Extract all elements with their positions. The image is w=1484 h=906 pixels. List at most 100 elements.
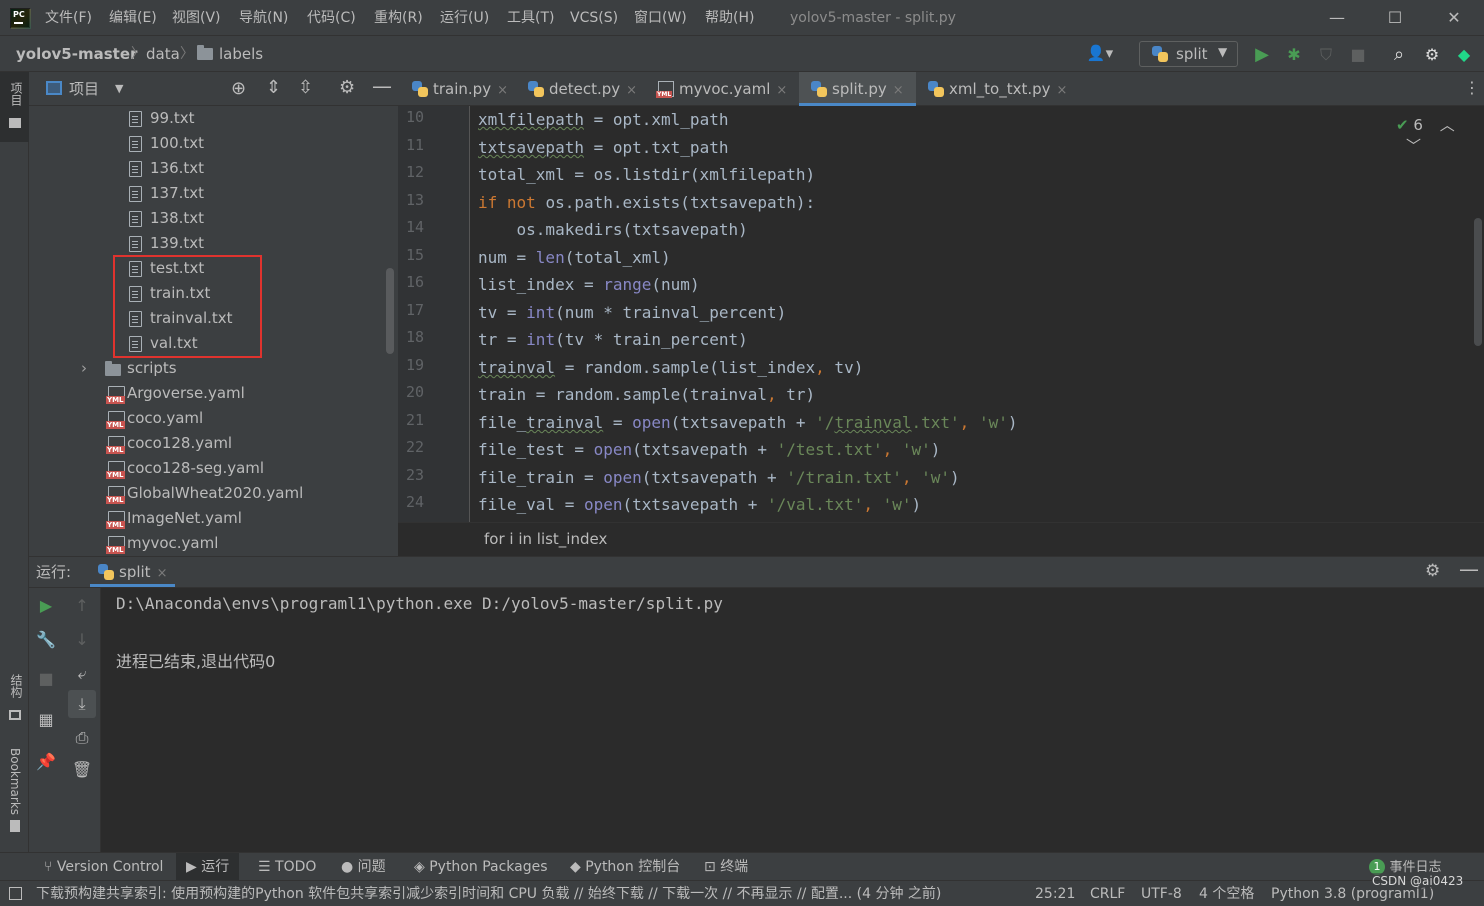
code-line[interactable]: xmlfilepath = opt.xml_path [478, 106, 728, 133]
jetbrains-logo-icon[interactable]: ◆ [1453, 44, 1475, 66]
search-icon[interactable]: ⌕ [1388, 44, 1410, 66]
close-icon[interactable]: × [1057, 83, 1068, 98]
code-editor[interactable]: xmlfilepath = opt.xml_path txtsavepath = … [470, 106, 1470, 522]
menu-run[interactable]: 运行(U) [440, 0, 489, 36]
menu-tools[interactable]: 工具(T) [507, 0, 554, 36]
code-line[interactable]: tv = int(num * trainval_percent) [478, 299, 786, 326]
file-encoding[interactable]: UTF-8 [1141, 881, 1182, 906]
menu-refactor[interactable]: 重构(R) [374, 0, 423, 36]
menu-code[interactable]: 代码(C) [307, 0, 356, 36]
run-configuration-select[interactable]: split ▼ [1139, 41, 1238, 67]
close-icon[interactable]: × [157, 566, 168, 581]
menu-help[interactable]: 帮助(H) [705, 0, 754, 36]
collapse-all-icon[interactable]: ⇳ [298, 77, 313, 98]
close-icon[interactable]: × [626, 83, 637, 98]
line-separator[interactable]: CRLF [1090, 881, 1125, 906]
breadcrumb-project[interactable]: yolov5-master [16, 36, 137, 72]
indent-setting[interactable]: 4 个空格 [1199, 881, 1254, 906]
tool-python-console[interactable]: ◆ Python 控制台 [564, 853, 686, 881]
stop-icon[interactable]: ■ [34, 667, 58, 691]
editor-scrollbar[interactable] [1474, 218, 1482, 346]
hide-icon[interactable]: — [372, 74, 392, 98]
more-tabs-icon[interactable]: ⋮ [1464, 78, 1480, 97]
code-line[interactable]: file_val = open(txtsavepath + '/val.txt'… [478, 491, 921, 518]
structure-tool-tab[interactable]: 结构 [0, 672, 29, 732]
menu-navigate[interactable]: 导航(N) [239, 0, 288, 36]
close-icon[interactable]: × [497, 83, 508, 98]
breadcrumb-data[interactable]: data [146, 36, 180, 72]
code-line[interactable]: total_xml = os.listdir(xmlfilepath) [478, 161, 815, 188]
locate-icon[interactable]: ⊕ [231, 78, 246, 99]
bookmarks-tool-tab[interactable]: Bookmarks [0, 744, 29, 844]
close-icon[interactable]: × [776, 83, 787, 98]
code-line[interactable]: num = len(total_xml) [478, 244, 671, 271]
close-icon[interactable]: × [893, 83, 904, 98]
maximize-button[interactable]: ☐ [1380, 6, 1410, 30]
gear-icon[interactable]: ⚙ [1421, 44, 1443, 66]
tab-split-py[interactable]: split.py × [799, 72, 916, 106]
code-line[interactable]: tr = int(tv * train_percent) [478, 326, 748, 353]
chevron-down-icon[interactable]: ﹀ [1406, 137, 1421, 155]
tab-xml-to-txt-py[interactable]: xml_to_txt.py × [922, 72, 1072, 106]
hide-icon[interactable]: — [1459, 557, 1479, 581]
chevron-down-icon[interactable]: ▼ [115, 72, 123, 106]
code-line[interactable]: txtsavepath = opt.txt_path [478, 134, 728, 161]
tab-train-py[interactable]: train.py × [406, 72, 516, 106]
close-window-button[interactable]: ✕ [1439, 6, 1469, 30]
annotation-highlight-box [113, 255, 262, 358]
scroll-to-end-icon[interactable]: ⤓ [68, 690, 96, 718]
caret-position[interactable]: 25:21 [1035, 881, 1075, 906]
run-console[interactable]: D:\Anaconda\envs\programl1\python.exe D:… [101, 588, 1484, 852]
code-line[interactable]: if not os.path.exists(txtsavepath): [478, 189, 815, 216]
project-tool-tab[interactable]: 项目 [0, 72, 29, 142]
project-panel-title[interactable]: 项目 [69, 72, 99, 106]
code-line[interactable]: train = random.sample(trainval, tr) [478, 381, 815, 408]
gear-icon[interactable]: ⚙ [339, 77, 355, 98]
tab-myvoc-yaml[interactable]: YML myvoc.yaml × [652, 72, 794, 106]
code-token: file_val = [478, 495, 584, 514]
user-icon[interactable]: 👤▾ [1085, 42, 1115, 64]
print-icon[interactable]: ⎙ [70, 726, 94, 750]
code-line[interactable]: list_index = range(num) [478, 271, 700, 298]
debug-icon[interactable]: ✱ [1283, 44, 1305, 66]
stop-icon[interactable]: ■ [1347, 44, 1369, 66]
soft-wrap-icon[interactable]: ⤶ [70, 662, 94, 686]
code-line[interactable]: file_test = open(txtsavepath + '/test.tx… [478, 436, 940, 463]
pin-icon[interactable]: 📌 [34, 750, 58, 774]
menu-edit[interactable]: 编辑(E) [109, 0, 157, 36]
minimize-button[interactable]: — [1322, 6, 1352, 30]
code-line[interactable]: file_trainval = open(txtsavepath + '/tra… [478, 409, 1017, 436]
coverage-icon[interactable]: ⛉ [1315, 44, 1337, 66]
menu-view[interactable]: 视图(V) [172, 0, 221, 36]
tool-terminal[interactable]: ⊡ 终端 [698, 853, 754, 881]
tool-problems[interactable]: ● 问题 [335, 853, 392, 881]
trash-icon[interactable]: 🗑 [70, 758, 94, 782]
tool-todo[interactable]: ☰ TODO [252, 853, 322, 881]
tab-detect-py[interactable]: detect.py × [522, 72, 644, 106]
layout-icon[interactable]: ▦ [34, 708, 58, 732]
code-line[interactable]: os.makedirs(txtsavepath) [478, 216, 748, 243]
chevron-up-icon[interactable]: ︿ [1440, 116, 1455, 134]
arrow-down-icon[interactable]: ↓ [70, 628, 94, 652]
menu-vcs[interactable]: VCS(S) [570, 0, 618, 36]
code-breadcrumb[interactable]: for i in list_index [484, 523, 607, 555]
window-toggle-icon[interactable] [9, 887, 22, 900]
code-line[interactable]: file_train = open(txtsavepath + '/train.… [478, 464, 960, 491]
menu-window[interactable]: 窗口(W) [634, 0, 687, 36]
project-scrollbar[interactable] [386, 268, 394, 354]
run-icon[interactable]: ▶ [1251, 44, 1273, 66]
expand-all-icon[interactable]: ⇕ [266, 77, 281, 98]
status-message[interactable]: 下载预构建共享索引: 使用预构建的Python 软件包共享索引减少索引时间和 C… [36, 881, 1011, 906]
code-line[interactable]: trainval = random.sample(list_index, tv) [478, 354, 863, 381]
rerun-icon[interactable]: ▶ [34, 594, 58, 618]
run-tab-split[interactable]: split × [90, 557, 176, 587]
menu-file[interactable]: 文件(F) [45, 0, 92, 36]
arrow-up-icon[interactable]: ↑ [70, 594, 94, 618]
inspection-widget[interactable]: ✔ 6 ︿ ﹀ [1396, 114, 1484, 156]
tool-version-control[interactable]: ⑂ Version Control [36, 853, 171, 881]
wrench-icon[interactable]: 🔧 [34, 628, 58, 652]
tool-python-packages[interactable]: ◈ Python Packages [408, 853, 554, 881]
tool-run[interactable]: ▶ 运行 [176, 853, 240, 881]
breadcrumb-labels[interactable]: labels [219, 36, 263, 72]
gear-icon[interactable]: ⚙ [1425, 561, 1440, 581]
